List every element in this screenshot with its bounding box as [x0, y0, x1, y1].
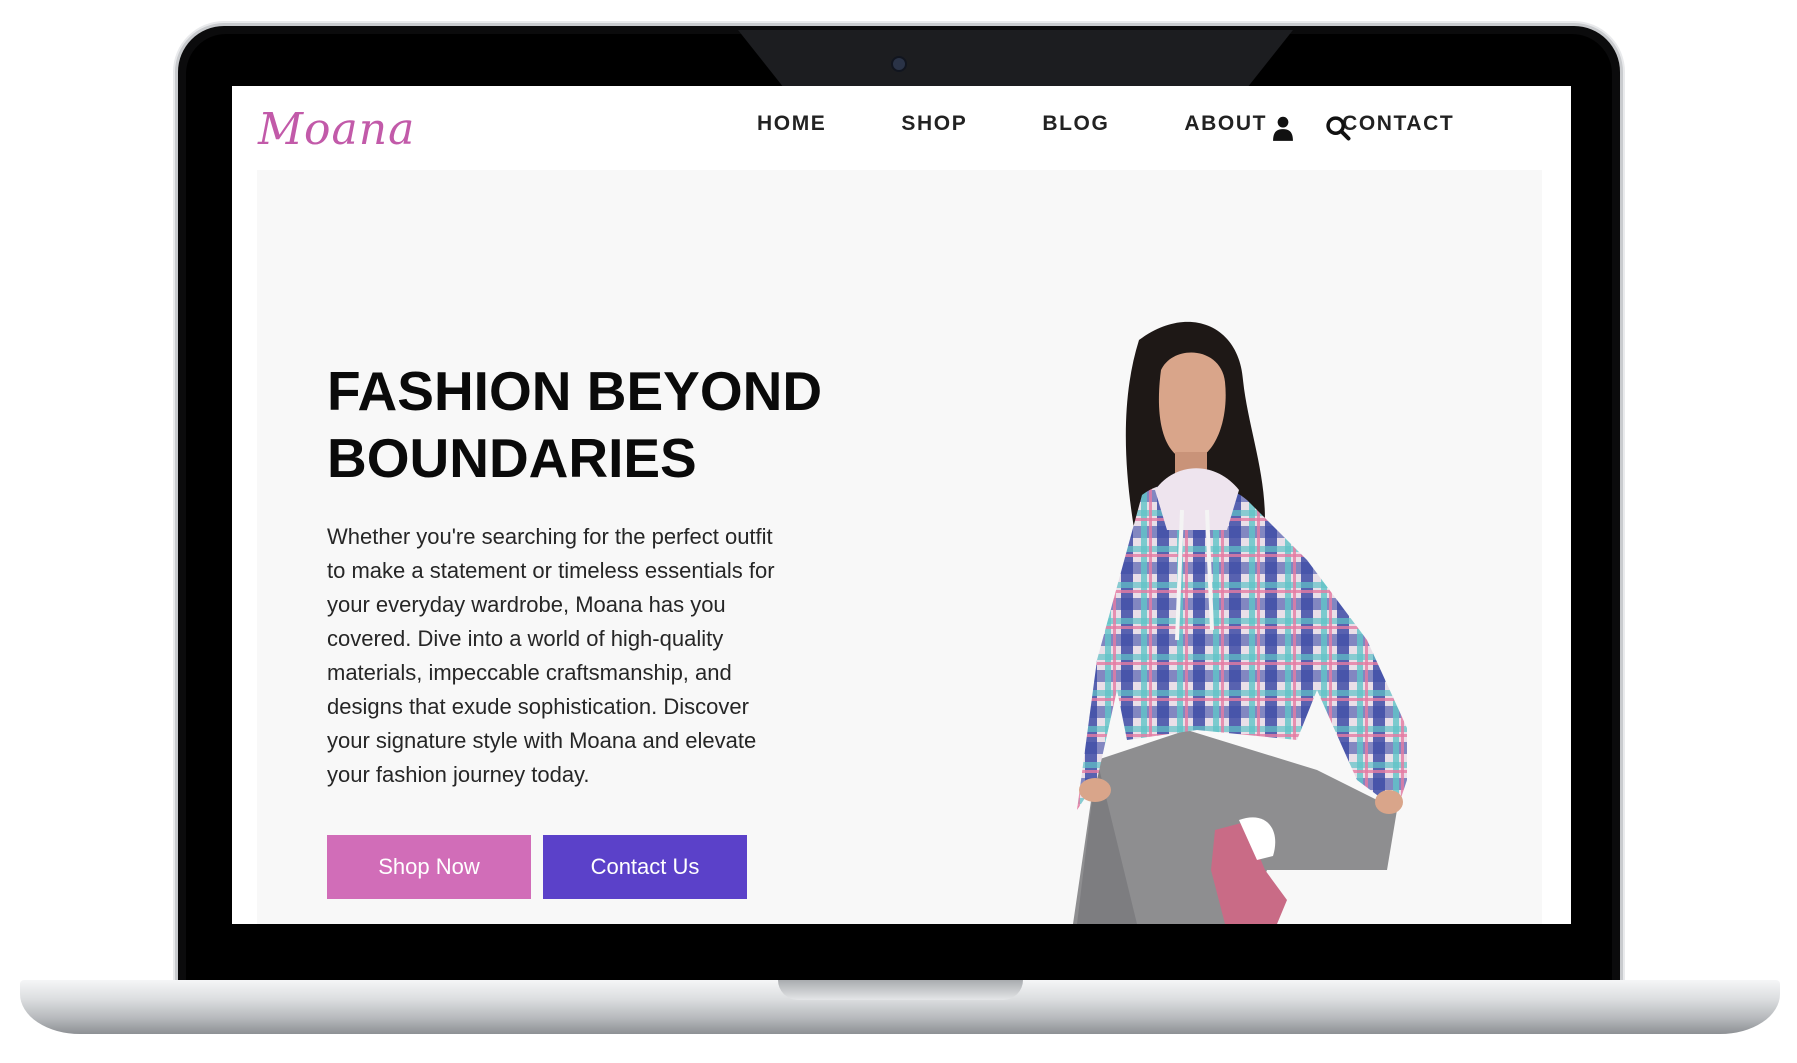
- nav-about[interactable]: ABOUT: [1184, 112, 1267, 136]
- camera-icon: [891, 56, 907, 72]
- contact-us-button[interactable]: Contact Us: [543, 835, 747, 899]
- nav-blog[interactable]: BLOG: [1042, 112, 1109, 136]
- shop-now-button[interactable]: Shop Now: [327, 835, 531, 899]
- laptop-hinge-notch: [778, 980, 1023, 1000]
- nav-shop[interactable]: SHOP: [901, 112, 967, 136]
- nav-contact[interactable]: CONTACT: [1342, 112, 1454, 136]
- user-icon[interactable]: [1269, 114, 1297, 142]
- model-photo: [1073, 321, 1407, 924]
- camera-notch: [738, 30, 1293, 86]
- hero-title: FASHION BEYOND BOUNDARIES: [327, 360, 823, 489]
- nav-home[interactable]: HOME: [757, 112, 826, 136]
- search-icon[interactable]: [1324, 114, 1352, 142]
- site-header: Moana HOME SHOP BLOG ABOUT CONTACT: [232, 86, 1571, 170]
- website-screen: Moana HOME SHOP BLOG ABOUT CONTACT FASHI…: [232, 86, 1571, 924]
- laptop-base: [20, 980, 1780, 1034]
- site-logo[interactable]: Moana: [258, 104, 415, 155]
- hero-section: FASHION BEYOND BOUNDARIES Whether you're…: [257, 170, 1542, 924]
- hero-description: Whether you're searching for the perfect…: [327, 524, 775, 787]
